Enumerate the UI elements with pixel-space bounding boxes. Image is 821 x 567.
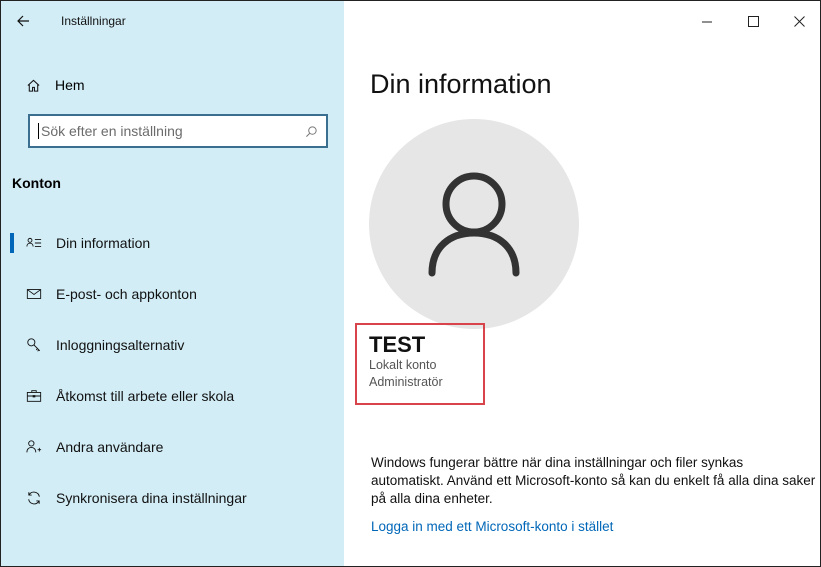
title-bar: Inställningar	[1, 1, 344, 41]
close-icon	[793, 15, 805, 27]
maximize-icon	[747, 15, 759, 27]
user-details: TEST Lokalt konto Administratör	[355, 323, 485, 405]
sidebar-item-label: E-post- och appkonton	[56, 285, 197, 302]
key-icon	[25, 336, 43, 354]
sidebar-item-label: Andra användare	[56, 438, 164, 455]
home-link[interactable]: Hem	[25, 77, 85, 93]
sidebar-item-label: Inloggningsalternativ	[56, 336, 185, 353]
sidebar-item-din-information[interactable]: Din information	[1, 217, 344, 268]
user-icon	[428, 172, 520, 277]
search-icon[interactable]	[296, 116, 326, 146]
sidebar-item-synkronisera[interactable]: Synkronisera dina inställningar	[1, 472, 344, 523]
sidebar-item-andra-anvandare[interactable]: Andra användare	[1, 421, 344, 472]
arrow-left-icon	[17, 15, 29, 27]
user-name: TEST	[369, 332, 426, 357]
text-caret	[38, 123, 39, 139]
main-content: Din information TEST Lokalt konto Admini…	[344, 1, 820, 566]
home-label: Hem	[55, 77, 85, 93]
search-box[interactable]	[28, 114, 328, 148]
maximize-button[interactable]	[730, 1, 776, 41]
home-icon	[25, 77, 41, 93]
sidebar-item-atkomst[interactable]: Åtkomst till arbete eller skola	[1, 370, 344, 421]
sync-info-text: Windows fungerar bättre när dina inställ…	[371, 455, 816, 506]
sync-icon	[25, 489, 43, 507]
add-person-icon	[25, 438, 43, 456]
back-button[interactable]	[1, 1, 45, 41]
minimize-button[interactable]	[684, 1, 730, 41]
page-title: Din information	[370, 69, 552, 99]
account-role: Administratör	[369, 375, 443, 389]
briefcase-icon	[25, 387, 43, 405]
sidebar-nav: Din information E-post- och appkonton In…	[1, 217, 344, 523]
sidebar-item-label: Din information	[56, 234, 151, 251]
app-title: Inställningar	[61, 14, 126, 28]
section-heading: Konton	[12, 175, 61, 191]
window-controls	[684, 1, 820, 41]
mail-icon	[25, 285, 43, 303]
sidebar-item-e-post[interactable]: E-post- och appkonton	[1, 268, 344, 319]
person-card-icon	[25, 234, 43, 252]
search-input[interactable]	[41, 123, 296, 139]
sidebar: Inställningar Hem Konton Din information	[1, 1, 344, 566]
minimize-icon	[701, 21, 712, 22]
avatar	[369, 119, 579, 329]
sidebar-item-label: Åtkomst till arbete eller skola	[56, 387, 235, 404]
sidebar-item-inloggning[interactable]: Inloggningsalternativ	[1, 319, 344, 370]
close-button[interactable]	[776, 1, 820, 41]
account-type: Lokalt konto	[369, 358, 437, 372]
settings-window: Inställningar Hem Konton Din information	[0, 0, 821, 567]
microsoft-signin-link[interactable]: Logga in med ett Microsoft-konto i ställ…	[371, 519, 613, 534]
sidebar-item-label: Synkronisera dina inställningar	[56, 489, 247, 506]
